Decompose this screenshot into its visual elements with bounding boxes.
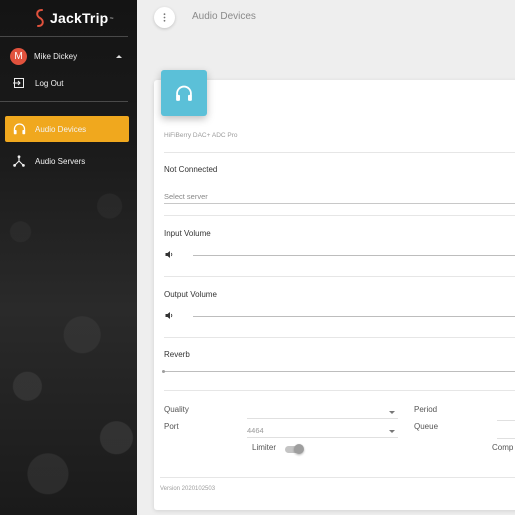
divider [0, 36, 128, 37]
brand-name: JackTrip [50, 10, 109, 26]
quality-label: Quality [164, 405, 189, 414]
quality-select[interactable] [247, 402, 398, 419]
chevron-down-icon [389, 430, 395, 433]
divider [164, 152, 515, 153]
period-label: Period [414, 405, 438, 414]
logout-button[interactable]: Log Out [5, 70, 129, 96]
output-volume-label: Output Volume [164, 290, 217, 299]
limiter-label: Limiter [252, 443, 277, 452]
top-bar: Audio Devices [137, 0, 515, 36]
avatar: M [10, 48, 27, 65]
page-title: Audio Devices [192, 11, 256, 22]
limiter-toggle-knob[interactable] [294, 444, 304, 454]
server-select-placeholder: Select server [164, 192, 208, 201]
reverb-slider-thumb[interactable] [162, 370, 165, 373]
queue-label: Queue [414, 422, 439, 431]
more-vert-icon [163, 13, 166, 22]
sidebar-item-label: Audio Servers [35, 156, 86, 166]
trademark: ™ [109, 15, 114, 21]
divider [164, 337, 515, 338]
connection-status: Not Connected [164, 165, 218, 174]
sidebar-item-label: Audio Devices [35, 124, 87, 134]
server-select-underline [164, 203, 515, 204]
divider [160, 477, 515, 478]
input-volume-label: Input Volume [164, 229, 211, 238]
reverb-label: Reverb [164, 350, 190, 359]
jacktrip-logo-icon [36, 9, 44, 27]
port-label: Port [164, 422, 179, 431]
sidebar-item-audio-devices[interactable]: Audio Devices [5, 116, 129, 142]
divider [164, 215, 515, 216]
jacktrip-logo[interactable]: JackTrip ™ [34, 7, 113, 29]
logout-label: Log Out [35, 78, 64, 88]
user-menu[interactable]: M Mike Dickey [10, 48, 122, 65]
server-select[interactable]: Select server [164, 188, 515, 204]
port-value: 4464 [247, 426, 264, 435]
device-name: HiFiBerry DAC+ ADC Pro [164, 132, 238, 139]
card-headphones-badge [161, 70, 207, 116]
chevron-down-icon [389, 411, 395, 414]
port-underline [247, 437, 398, 438]
headphones-icon [12, 122, 26, 136]
divider [164, 390, 515, 391]
sidebar: JackTrip ™ M Mike Dickey Log Out Audio D… [0, 0, 137, 515]
quality-underline [247, 418, 398, 419]
input-volume-slider[interactable] [193, 255, 515, 256]
divider [0, 101, 128, 102]
volume-icon [165, 251, 173, 258]
network-icon [12, 154, 26, 168]
output-volume-slider[interactable] [193, 316, 515, 317]
reverb-slider[interactable] [164, 371, 515, 372]
sidebar-item-audio-servers[interactable]: Audio Servers [5, 148, 129, 174]
divider [164, 276, 515, 277]
headphones-icon [176, 85, 192, 101]
caret-up-icon [116, 55, 122, 58]
comp-label: Comp [492, 443, 514, 452]
port-input[interactable]: 4464 [247, 421, 398, 438]
more-menu-button[interactable] [154, 7, 175, 28]
user-name: Mike Dickey [34, 52, 78, 61]
version-label: Version 2020102503 [160, 486, 216, 492]
volume-icon [165, 312, 173, 319]
queue-select[interactable] [497, 438, 515, 439]
logout-icon [12, 76, 26, 90]
period-select[interactable] [497, 420, 515, 421]
